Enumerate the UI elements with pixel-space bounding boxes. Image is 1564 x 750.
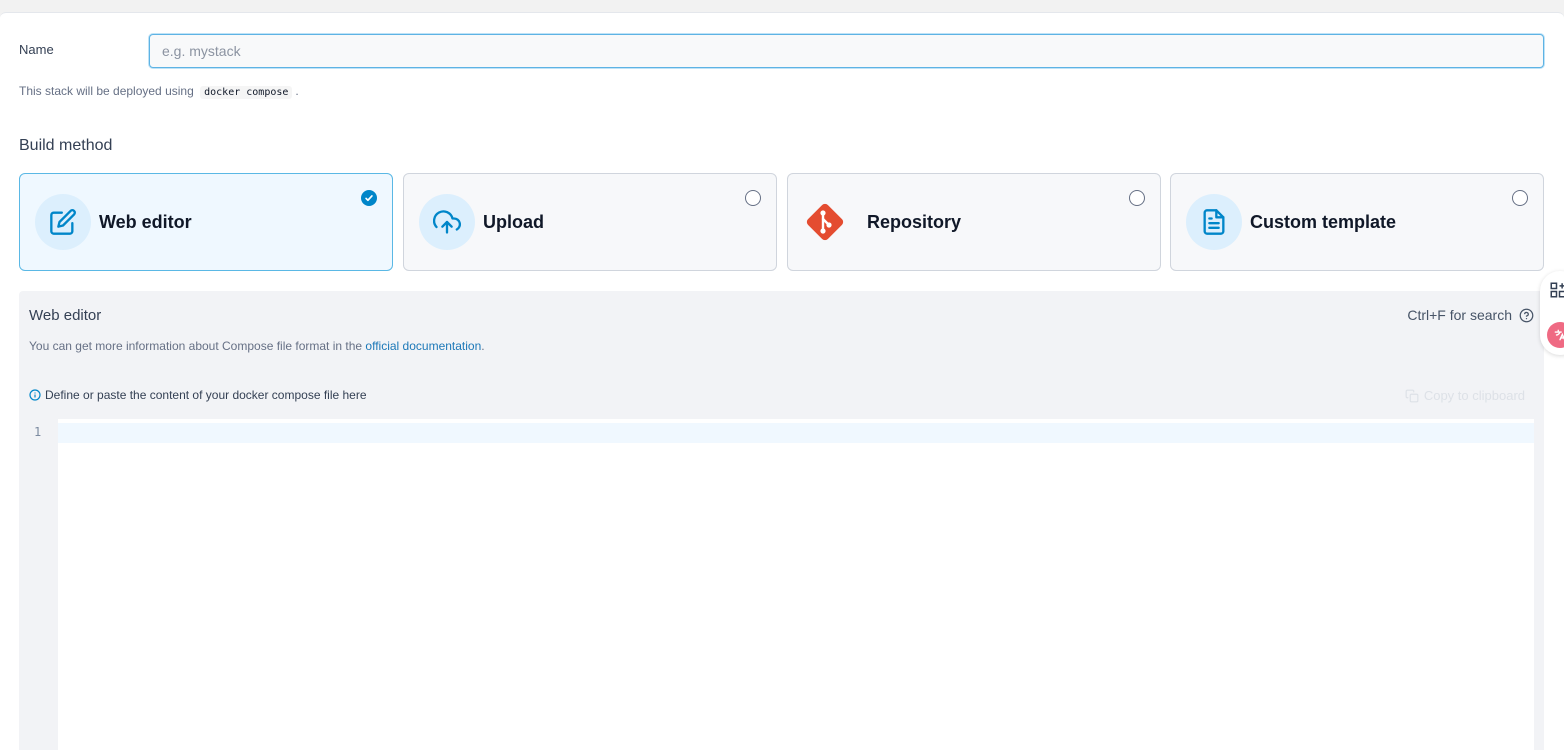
active-line <box>58 423 1534 443</box>
floating-side-widget[interactable] <box>1540 271 1564 355</box>
editor-info: You can get more information about Compo… <box>29 339 485 353</box>
editor-title: Web editor <box>29 307 102 324</box>
help-icon[interactable] <box>1519 308 1534 323</box>
search-hint: Ctrl+F for search <box>1407 307 1534 323</box>
line-number: 1 <box>34 425 42 439</box>
build-method-repository[interactable]: Repository <box>787 173 1161 271</box>
create-stack-panel: Name This stack will be deployed using d… <box>0 12 1564 750</box>
build-method-label: Repository <box>867 212 962 232</box>
web-editor-section: Web editor Ctrl+F for search You can get… <box>19 291 1544 750</box>
define-note-text: Define or paste the content of your dock… <box>45 388 367 402</box>
build-method-title: Build method <box>19 137 113 154</box>
radio-unchecked[interactable] <box>1512 190 1528 206</box>
name-label: Name <box>19 42 54 57</box>
copy-label: Copy to clipboard <box>1423 388 1525 403</box>
deploy-note-code: docker compose <box>200 86 293 99</box>
radio-unchecked[interactable] <box>1129 190 1145 206</box>
deploy-note: This stack will be deployed using docker… <box>19 84 299 99</box>
editor-info-suffix: . <box>481 339 485 353</box>
build-method-web-editor[interactable]: Web editor <box>19 173 393 271</box>
stack-name-input[interactable] <box>149 34 1544 68</box>
deploy-note-text: This stack will be deployed using <box>19 84 194 98</box>
build-method-upload[interactable]: Upload <box>403 173 777 271</box>
file-text-icon <box>1186 194 1242 250</box>
official-documentation-link[interactable]: official documentation <box>365 339 481 353</box>
line-gutter: 1 <box>28 419 58 750</box>
editor-info-text: You can get more information about Compo… <box>29 339 363 353</box>
build-method-custom-template[interactable]: Custom template <box>1170 173 1544 271</box>
cloud-upload-icon <box>419 194 475 250</box>
radio-unchecked[interactable] <box>745 190 761 206</box>
radio-checked[interactable] <box>361 190 377 206</box>
build-method-label: Upload <box>483 212 544 232</box>
search-hint-text: Ctrl+F for search <box>1407 307 1512 323</box>
build-method-label: Web editor <box>99 212 192 232</box>
copy-to-clipboard-button[interactable]: Copy to clipboard <box>1405 388 1525 403</box>
git-icon <box>800 197 850 247</box>
code-editor[interactable]: 1 <box>28 419 1534 750</box>
translate-icon[interactable] <box>1547 322 1564 348</box>
edit-icon <box>35 194 91 250</box>
apps-icon[interactable] <box>1549 281 1564 299</box>
build-method-label: Custom template <box>1250 212 1397 232</box>
info-icon <box>29 389 41 401</box>
deploy-note-suffix: . <box>295 84 299 98</box>
define-note: Define or paste the content of your dock… <box>29 388 367 402</box>
copy-icon <box>1405 389 1419 402</box>
